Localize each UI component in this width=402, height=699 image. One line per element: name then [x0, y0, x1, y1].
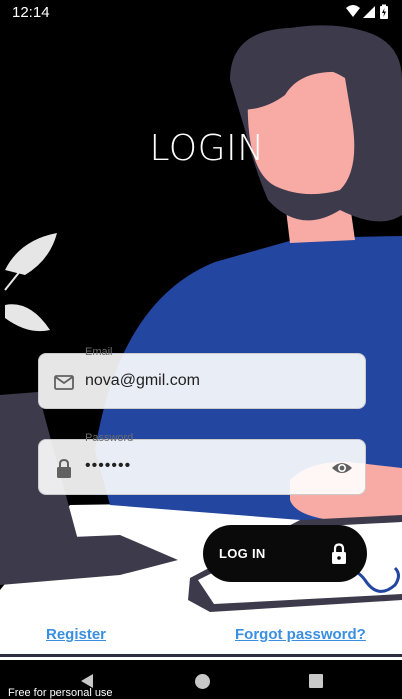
email-field[interactable]: Email nova@gmil.com — [38, 346, 366, 409]
plant-leaf — [5, 304, 50, 332]
email-field-value[interactable]: nova@gmil.com — [85, 372, 200, 390]
status-bar: 12:14 — [0, 0, 402, 26]
register-link[interactable]: Register — [46, 626, 106, 643]
signal-icon — [363, 6, 375, 18]
nav-home-icon[interactable] — [195, 674, 210, 689]
battery-icon — [380, 4, 388, 19]
forgot-password-link[interactable]: Forgot password? — [235, 626, 366, 643]
lock-button-icon — [332, 543, 346, 564]
login-button[interactable]: LOG IN — [203, 525, 367, 582]
lock-icon — [57, 458, 71, 478]
login-button-label: LOG IN — [219, 546, 266, 561]
email-field-label: Email — [85, 346, 113, 358]
eye-icon[interactable] — [331, 457, 353, 479]
login-screen: 12:14 LOGIN Email nova@gmil.com Password… — [0, 0, 402, 699]
password-field[interactable]: Password ••••••• — [38, 432, 366, 495]
wifi-icon — [346, 5, 360, 17]
watermark-text: Free for personal use — [8, 687, 113, 699]
status-icons — [346, 4, 388, 19]
bottom-divider — [0, 654, 402, 657]
nav-recents-icon[interactable] — [309, 674, 323, 688]
password-field-label: Password — [85, 432, 134, 444]
mail-icon — [54, 375, 74, 390]
status-time: 12:14 — [12, 4, 50, 21]
password-field-value[interactable]: ••••••• — [85, 457, 131, 475]
page-title: LOGIN — [149, 128, 265, 169]
plant-leaf — [5, 233, 57, 275]
